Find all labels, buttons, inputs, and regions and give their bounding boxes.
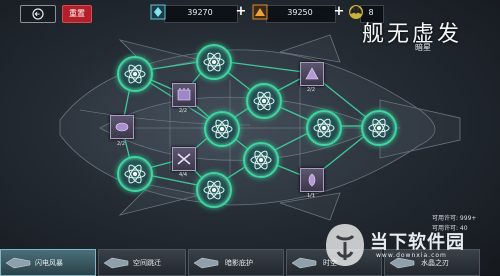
- atom-icon: [203, 180, 225, 200]
- atom-node[interactable]: [243, 142, 279, 178]
- atom-icon: [211, 119, 233, 139]
- watermark-text: 当下软件园: [370, 232, 465, 253]
- skill-count: 2/2: [306, 87, 316, 93]
- ship-icon: [291, 257, 317, 269]
- ore-value: 39250: [287, 8, 313, 17]
- add-crystal-button[interactable]: +: [235, 5, 247, 19]
- back-arrow-icon: [32, 8, 44, 20]
- atom-node[interactable]: [117, 56, 153, 92]
- skill-rune-icon: [115, 122, 129, 132]
- talent-tree-screen: 重置 39270 + 39250 + 8 舰无虚发 暗星 2/2 2/2 2/2…: [0, 0, 500, 276]
- watermark-url: www.downxia.com: [376, 252, 447, 259]
- atom-node[interactable]: [361, 110, 397, 146]
- tab-space-jump[interactable]: 空间跳迁: [98, 249, 186, 276]
- skill-count: 2/2: [116, 141, 126, 147]
- available-permits: 可用许可: 999+: [432, 215, 477, 222]
- skill-rune-icon: [308, 173, 316, 187]
- crystal-value: 39270: [187, 8, 213, 17]
- skill-box[interactable]: [172, 83, 196, 107]
- tab-label: 闪电风暴: [35, 259, 63, 267]
- atom-icon: [250, 150, 272, 170]
- skill-box[interactable]: [172, 147, 196, 171]
- skill-box[interactable]: [300, 168, 324, 192]
- skill-rune-icon: [305, 67, 319, 80]
- atom-node[interactable]: [246, 83, 282, 119]
- tab-label: 空间跳迁: [133, 259, 161, 267]
- skill-box[interactable]: [110, 115, 134, 139]
- skill-count: 4/4: [178, 172, 188, 178]
- tab-lightning-storm[interactable]: 闪电风暴: [0, 249, 96, 276]
- back-button[interactable]: [20, 5, 56, 23]
- skill-count: 1/1: [306, 193, 316, 199]
- skill-rune-icon: [177, 88, 191, 101]
- atom-node[interactable]: [196, 172, 232, 208]
- atom-node[interactable]: [117, 156, 153, 192]
- atom-icon: [368, 118, 390, 138]
- watermark-logo-icon: [326, 224, 364, 266]
- skill-count: 2/2: [178, 108, 188, 114]
- tab-shadow-shelter[interactable]: 暗影庇护: [188, 249, 284, 276]
- atom-icon: [124, 164, 146, 184]
- atom-node[interactable]: [204, 111, 240, 147]
- atom-icon: [253, 91, 275, 111]
- add-ore-button[interactable]: +: [333, 5, 345, 19]
- atom-icon: [124, 64, 146, 84]
- ship-icon: [193, 257, 219, 269]
- ship-icon: [103, 257, 129, 269]
- skill-rune-icon: [177, 153, 191, 165]
- reset-button[interactable]: 重置: [62, 5, 92, 23]
- ship-icon: [5, 257, 31, 269]
- tab-label: 水晶之刃: [421, 259, 449, 267]
- atom-node[interactable]: [306, 110, 342, 146]
- game-logo-subtitle: 暗星: [415, 43, 431, 52]
- atom-node[interactable]: [196, 44, 232, 80]
- skill-box[interactable]: [300, 62, 324, 86]
- tab-label: 暗影庇护: [225, 259, 253, 267]
- atom-icon: [313, 118, 335, 138]
- atom-icon: [203, 52, 225, 72]
